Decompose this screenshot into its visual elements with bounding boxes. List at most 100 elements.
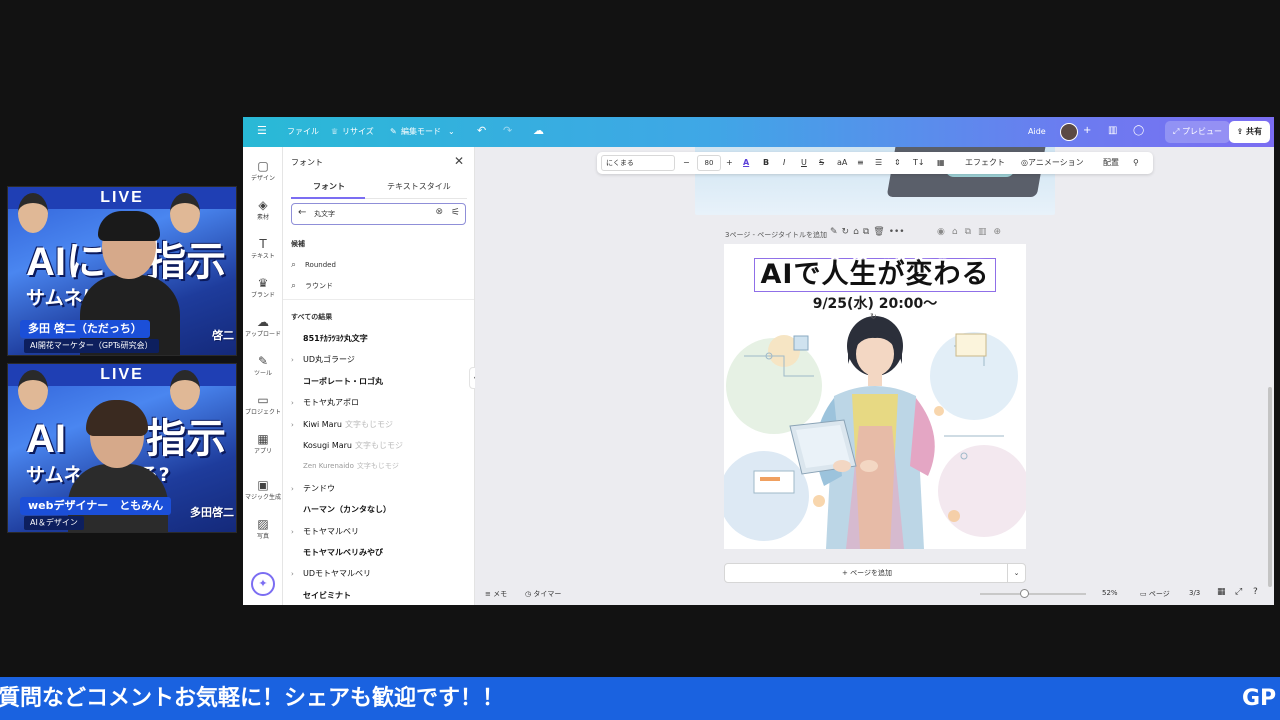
duplicate-icon[interactable]: ⧉ <box>863 227 869 237</box>
event-date-text[interactable]: 9/25(水) 20:00〜 <box>724 293 1026 313</box>
font-result-item[interactable]: モトヤマルベリみやび <box>291 547 383 558</box>
font-size-input[interactable]: 80 <box>697 155 721 171</box>
delete-page-icon[interactable]: ▥ <box>978 227 987 237</box>
vertical-text-icon[interactable]: T↓ <box>913 157 925 169</box>
insights-icon[interactable]: ▥ <box>1108 124 1117 138</box>
design-page[interactable]: AIで人生が変わる 9/25(水) 20:00〜 ↻ <box>724 244 1026 549</box>
file-menu[interactable]: ファイル <box>281 125 325 139</box>
lock-icon[interactable]: ⌂ <box>853 227 859 237</box>
italic-icon[interactable]: I <box>783 157 785 169</box>
font-result-item[interactable]: › Kiwi Maru 文字もじモジ <box>291 419 393 430</box>
rail-item-apps[interactable]: ▦ アプリ <box>243 432 283 456</box>
zoom-slider[interactable] <box>980 593 1086 595</box>
delete-icon[interactable]: 🗑 <box>873 227 884 237</box>
position-button[interactable]: 配置 <box>1103 157 1119 169</box>
font-result-item[interactable]: Zen Kurenaido 文字もじモジ <box>291 461 399 471</box>
add-page-icon[interactable]: ⊕ <box>994 227 1002 237</box>
undo-icon[interactable]: ↶ <box>477 124 486 138</box>
chevron-right-icon[interactable]: › <box>291 421 303 429</box>
effects-button[interactable]: エフェクト <box>965 157 1005 169</box>
lock-page-icon[interactable]: ⌂ <box>952 227 958 237</box>
pages-button[interactable]: ▭ ページ <box>1140 589 1170 599</box>
rotate-handle-icon[interactable]: ↻ <box>870 312 877 321</box>
chevron-down-icon[interactable]: ⌄ <box>1007 564 1025 582</box>
rotate-icon[interactable]: ↻ <box>842 227 850 237</box>
font-result-item[interactable]: › UDモトヤマルベリ <box>291 568 371 579</box>
rail-item-photos[interactable]: ▨ 写真 <box>243 517 283 541</box>
strikethrough-icon[interactable]: S <box>819 157 824 169</box>
vertical-scrollbar[interactable] <box>1268 387 1272 587</box>
clear-icon[interactable]: ⊗ <box>435 207 443 217</box>
timer-button[interactable]: ◷ タイマー <box>525 589 561 599</box>
tab-text-styles[interactable]: テキストスタイル <box>387 181 451 192</box>
font-result-item[interactable]: セイビミナト <box>291 590 351 601</box>
close-icon[interactable]: ✕ <box>454 154 464 168</box>
resize-menu[interactable]: リサイズ <box>336 125 380 139</box>
chevron-right-icon[interactable]: › <box>291 356 303 364</box>
filter-icon[interactable]: ⚟ <box>451 207 460 218</box>
chevron-right-icon[interactable]: › <box>291 570 303 578</box>
font-result-item[interactable]: › モトヤ丸アポロ <box>291 397 359 408</box>
chevron-right-icon[interactable]: › <box>291 485 303 493</box>
spacing-icon[interactable]: ⇕ <box>894 157 901 169</box>
font-result-item[interactable]: ハーマン（カンタなし） <box>291 504 391 515</box>
page-title-label[interactable]: 3ページ - ページタイトルを追加 <box>725 230 827 240</box>
comment-icon[interactable]: ◯ <box>1133 124 1144 138</box>
font-result-item[interactable]: コーポレート・ロゴ丸 <box>291 376 383 387</box>
font-family-select[interactable]: にくまる <box>601 155 675 171</box>
font-result-item[interactable]: 851ﾁｶﾗﾂﾖｸ丸文字 <box>291 333 368 344</box>
redo-icon[interactable]: ↷ <box>503 124 512 138</box>
add-page-button[interactable]: + ページを追加 ⌄ <box>724 563 1026 583</box>
cloud-save-icon[interactable]: ☁ <box>533 124 544 138</box>
help-icon[interactable]: ? <box>1253 587 1258 597</box>
rail-item-tools[interactable]: ✎ ツール <box>243 354 283 378</box>
magic-edit-icon[interactable]: ✎ <box>830 227 838 237</box>
align-center-icon[interactable]: ≡ <box>857 157 864 169</box>
duplicate-page-icon[interactable]: ⧉ <box>965 227 971 237</box>
chevron-down-icon[interactable]: ⌄ <box>448 125 455 139</box>
suggestion-item[interactable]: ⌕ Rounded <box>291 260 336 270</box>
avatar[interactable] <box>1060 123 1078 141</box>
fullscreen-icon[interactable]: ⤢ <box>1235 587 1242 597</box>
font-result-item[interactable]: › モトヤマルベリ <box>291 526 359 537</box>
notes-button[interactable]: ≡ メモ <box>485 589 507 599</box>
zoom-level[interactable]: 52% <box>1102 589 1118 597</box>
rail-item-magic-media[interactable]: ▣ マジック生成 <box>243 478 283 502</box>
grid-view-icon[interactable]: ▦ <box>1217 587 1226 597</box>
menu-icon[interactable]: ☰ <box>257 124 267 138</box>
font-result-item[interactable]: › テンドウ <box>291 483 335 494</box>
list-icon[interactable]: ☰ <box>875 157 882 169</box>
zoom-slider-handle[interactable] <box>1020 589 1029 598</box>
hide-icon[interactable]: ◉ <box>937 227 945 237</box>
bold-icon[interactable]: B <box>763 157 769 169</box>
chevron-right-icon[interactable]: › <box>291 528 303 536</box>
share-button[interactable]: ⇪ 共有 <box>1228 121 1270 143</box>
increase-size-button[interactable]: + <box>726 157 733 169</box>
rail-item-upload[interactable]: ☁ アップロード <box>243 315 283 339</box>
font-result-item[interactable]: › UD丸ゴラージ <box>291 354 355 365</box>
chevron-right-icon[interactable]: › <box>291 399 303 407</box>
suggestion-item[interactable]: ⌕ ラウンド <box>291 281 333 291</box>
font-result-item[interactable]: Kosugi Maru 文字もじモジ <box>291 440 403 451</box>
animation-button[interactable]: ◎アニメーション <box>1021 157 1084 169</box>
back-arrow-icon[interactable]: ← <box>298 207 306 218</box>
text-color-icon[interactable]: A <box>743 157 749 169</box>
sparkle-icon[interactable]: ✦ <box>251 572 275 596</box>
page-title-text[interactable]: AIで人生が変わる <box>754 258 996 292</box>
rail-item-projects[interactable]: ▭ プロジェクト <box>243 393 283 417</box>
rail-item-design[interactable]: ▢ デザイン <box>243 159 283 183</box>
font-search-input[interactable]: ← 丸文字 ⊗ ⚟ <box>291 203 466 225</box>
add-collaborator-icon[interactable]: + <box>1083 124 1091 138</box>
letter-case-icon[interactable]: aA <box>837 157 847 169</box>
edit-mode-menu[interactable]: 編集モード <box>395 125 447 139</box>
preview-button[interactable]: ⤢ プレビュー <box>1165 121 1230 143</box>
transparency-icon[interactable]: ▦ <box>937 157 945 169</box>
paint-format-icon[interactable]: ⚲ <box>1133 157 1139 169</box>
underline-icon[interactable]: U <box>801 157 807 169</box>
more-icon[interactable]: ••• <box>889 227 905 237</box>
rail-item-brand[interactable]: ♛ ブランド <box>243 276 283 300</box>
decrease-size-button[interactable]: − <box>683 157 690 169</box>
tab-fonts[interactable]: フォント <box>313 181 345 192</box>
rail-item-text[interactable]: T テキスト <box>243 237 283 261</box>
rail-item-elements[interactable]: ◈ 素材 <box>243 198 283 222</box>
